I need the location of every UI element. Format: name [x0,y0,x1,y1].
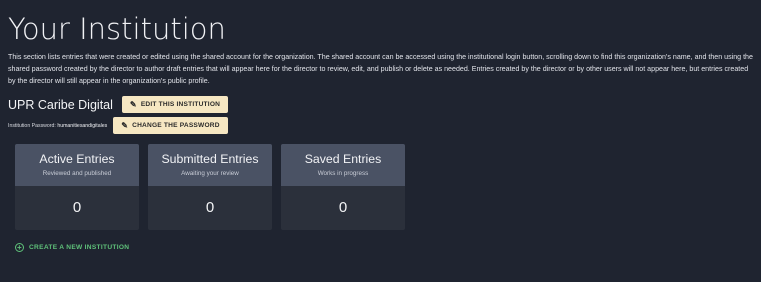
submitted-entries-card: Submitted Entries Awaiting your review 0 [148,144,272,230]
change-password-button[interactable]: ✎ CHANGE THE PASSWORD [113,117,228,134]
card-title: Saved Entries [304,152,382,166]
create-institution-link[interactable]: + CREATE A NEW INSTITUTION [15,243,753,252]
institution-page: Your Institution This section lists entr… [0,0,761,282]
saved-entries-card: Saved Entries Works in progress 0 [281,144,405,230]
password-info: Institution Password: humanitiesandigita… [8,123,107,129]
card-subtitle: Reviewed and published [42,170,112,177]
password-value: humanitiesandigitales [57,122,108,129]
plus-circle-icon: + [15,243,24,252]
card-header: Active Entries Reviewed and published [15,144,139,186]
card-header: Submitted Entries Awaiting your review [148,144,272,186]
institution-name: UPR Caribe Digital [8,97,113,112]
active-entries-card: Active Entries Reviewed and published 0 [15,144,139,230]
pencil-icon: ✎ [121,120,129,130]
card-count: 0 [72,199,82,216]
card-count: 0 [205,199,215,216]
entry-cards: Active Entries Reviewed and published 0 … [15,144,753,230]
pencil-icon: ✎ [129,99,137,109]
create-institution-label: CREATE A NEW INSTITUTION [29,244,130,251]
change-password-label: CHANGE THE PASSWORD [132,122,220,129]
card-header: Saved Entries Works in progress [281,144,405,186]
card-subtitle: Awaiting your review [181,170,239,177]
edit-institution-button[interactable]: ✎ EDIT THIS INSTITUTION [121,96,229,113]
card-count: 0 [338,199,348,216]
page-title: Your Institution [8,12,226,46]
edit-institution-label: EDIT THIS INSTITUTION [140,101,221,108]
password-row: Institution Password: humanitiesandigita… [8,117,753,134]
password-label: Institution Password: [8,122,56,129]
intro-text: This section lists entries that were cre… [8,53,753,85]
card-subtitle: Works in progress [317,170,369,177]
institution-row: UPR Caribe Digital ✎ EDIT THIS INSTITUTI… [8,96,753,113]
card-title: Active Entries [39,152,115,166]
card-title: Submitted Entries [161,152,259,166]
